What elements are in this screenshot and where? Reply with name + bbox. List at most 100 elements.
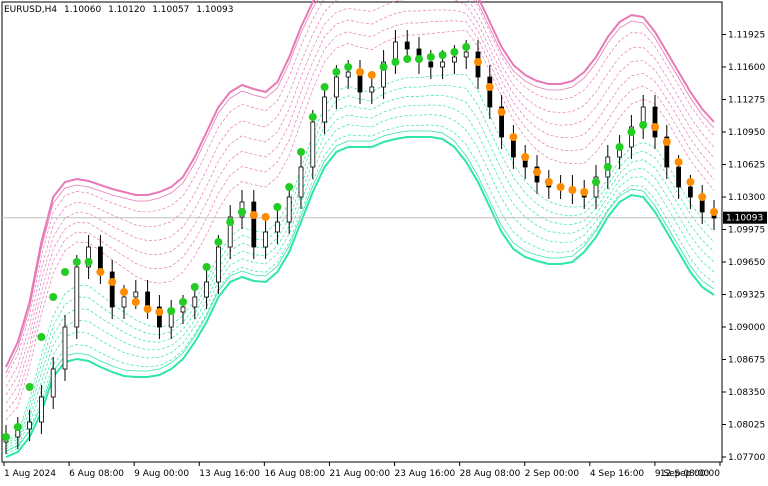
trend-dot-up xyxy=(450,48,459,56)
x-tick-label: 4 Sep 16:00 xyxy=(590,469,645,479)
trend-dot-up xyxy=(438,51,447,59)
trend-dot-down xyxy=(367,71,376,79)
trend-dot-down xyxy=(474,58,482,66)
y-tick-label: 1.10625 xyxy=(728,161,765,171)
x-tick-label: 16 Aug 08:00 xyxy=(264,469,325,479)
trend-dot-up xyxy=(13,423,22,431)
y-tick-label: 1.07700 xyxy=(728,453,765,463)
y-tick-label: 1.10950 xyxy=(728,128,765,138)
x-tick-label: 2 Sep 00:00 xyxy=(525,469,580,479)
candle-body xyxy=(145,291,151,308)
candle-body xyxy=(215,246,221,283)
y-tick-label: 1.11925 xyxy=(728,31,765,41)
trend-dot-up xyxy=(226,218,235,226)
x-tick-label: 13 Aug 16:00 xyxy=(199,469,260,479)
candle-body xyxy=(428,61,434,68)
candle-body xyxy=(192,296,198,308)
trend-dot-up xyxy=(179,298,187,306)
trend-dot-up xyxy=(37,333,46,341)
candle-body xyxy=(204,281,210,298)
trend-dot-up xyxy=(592,178,600,186)
candle-body xyxy=(74,266,80,328)
candle-body xyxy=(404,41,410,50)
trend-dot-up xyxy=(25,383,34,391)
candle-body xyxy=(652,106,658,138)
current-price-label: 1.10093 xyxy=(726,214,763,224)
candle-body xyxy=(451,56,457,63)
trend-dot-up xyxy=(320,83,329,91)
y-tick-label: 1.09650 xyxy=(728,258,765,268)
candle-body xyxy=(487,76,493,108)
candle-body xyxy=(251,201,257,248)
candle-body xyxy=(180,306,186,313)
candle-body xyxy=(286,196,292,223)
trend-dot-up xyxy=(202,263,211,271)
candle-body xyxy=(333,76,339,98)
y-tick-label: 1.08350 xyxy=(728,388,765,398)
candle-body xyxy=(688,186,693,198)
y-tick-label: 1.10300 xyxy=(728,193,765,203)
candle-body xyxy=(369,86,375,93)
candle-body xyxy=(345,71,351,78)
trend-dot-up xyxy=(639,121,648,129)
x-tick-label: 6 Aug 08:00 xyxy=(69,469,124,479)
trend-dot-up xyxy=(344,63,353,71)
trend-dot-up xyxy=(403,55,412,63)
trend-dot-up xyxy=(391,58,400,66)
candle-body xyxy=(62,326,68,370)
trend-dot-up xyxy=(426,53,435,61)
upper-envelope-2 xyxy=(5,0,715,387)
trend-dot-up xyxy=(627,128,636,136)
y-tick-label: 1.09325 xyxy=(728,291,765,301)
trend-dot-down xyxy=(521,153,530,161)
trend-dot-up xyxy=(190,283,199,291)
trend-dot-down xyxy=(544,178,553,186)
trend-dot-up xyxy=(415,55,423,63)
trend-dot-up xyxy=(462,43,471,51)
candle-body xyxy=(27,421,33,430)
candle-body xyxy=(298,166,304,198)
trend-dot-up xyxy=(603,163,612,171)
trend-dot-down xyxy=(120,288,128,296)
trend-dot-up xyxy=(285,183,294,191)
y-tick-label: 1.08675 xyxy=(728,356,765,366)
candle-body xyxy=(121,296,127,308)
trend-dot-down xyxy=(662,138,671,146)
y-tick-label: 1.11600 xyxy=(728,63,765,73)
x-tick-label: 12 Sep 00:00 xyxy=(660,469,720,479)
y-tick-label: 1.08025 xyxy=(728,421,765,431)
x-tick-label: 21 Aug 00:00 xyxy=(329,469,390,479)
trend-dot-up xyxy=(84,258,93,266)
candle-body xyxy=(109,271,115,308)
trend-dot-up xyxy=(2,433,10,441)
candle-body xyxy=(274,221,280,233)
y-tick-label: 1.11275 xyxy=(728,96,765,106)
trend-dot-down xyxy=(568,186,577,194)
trend-dot-down xyxy=(674,158,683,166)
candle-body xyxy=(310,121,316,168)
trend-dot-down xyxy=(249,211,258,219)
trend-dot-down xyxy=(96,268,105,276)
lower-envelope-6 xyxy=(5,74,715,443)
trend-dot-up xyxy=(332,68,341,76)
trend-dot-up xyxy=(308,113,317,121)
price-chart[interactable]: 1.11925 1.11600 1.11275 1.10950 1.10625 1.103… xyxy=(0,0,768,486)
trend-dot-up xyxy=(61,268,69,276)
trend-dot-up xyxy=(297,148,305,156)
candle-body xyxy=(463,51,469,58)
trend-dot-down xyxy=(710,208,718,216)
trend-dot-up xyxy=(379,63,388,71)
y-tick-label: 1.09000 xyxy=(728,323,765,333)
trend-dot-down xyxy=(686,178,695,186)
trend-dot-down xyxy=(533,168,541,176)
candle-body xyxy=(676,166,681,188)
trend-dot-down xyxy=(261,213,270,221)
candle-body xyxy=(133,291,139,298)
candle-body xyxy=(263,231,269,248)
trend-dot-up xyxy=(615,143,624,151)
trend-dot-down xyxy=(131,298,140,306)
trend-dot-up xyxy=(214,238,223,246)
trend-dot-down xyxy=(651,123,659,131)
candle-body xyxy=(39,396,44,423)
x-tick-label: 9 Aug 00:00 xyxy=(134,469,189,479)
